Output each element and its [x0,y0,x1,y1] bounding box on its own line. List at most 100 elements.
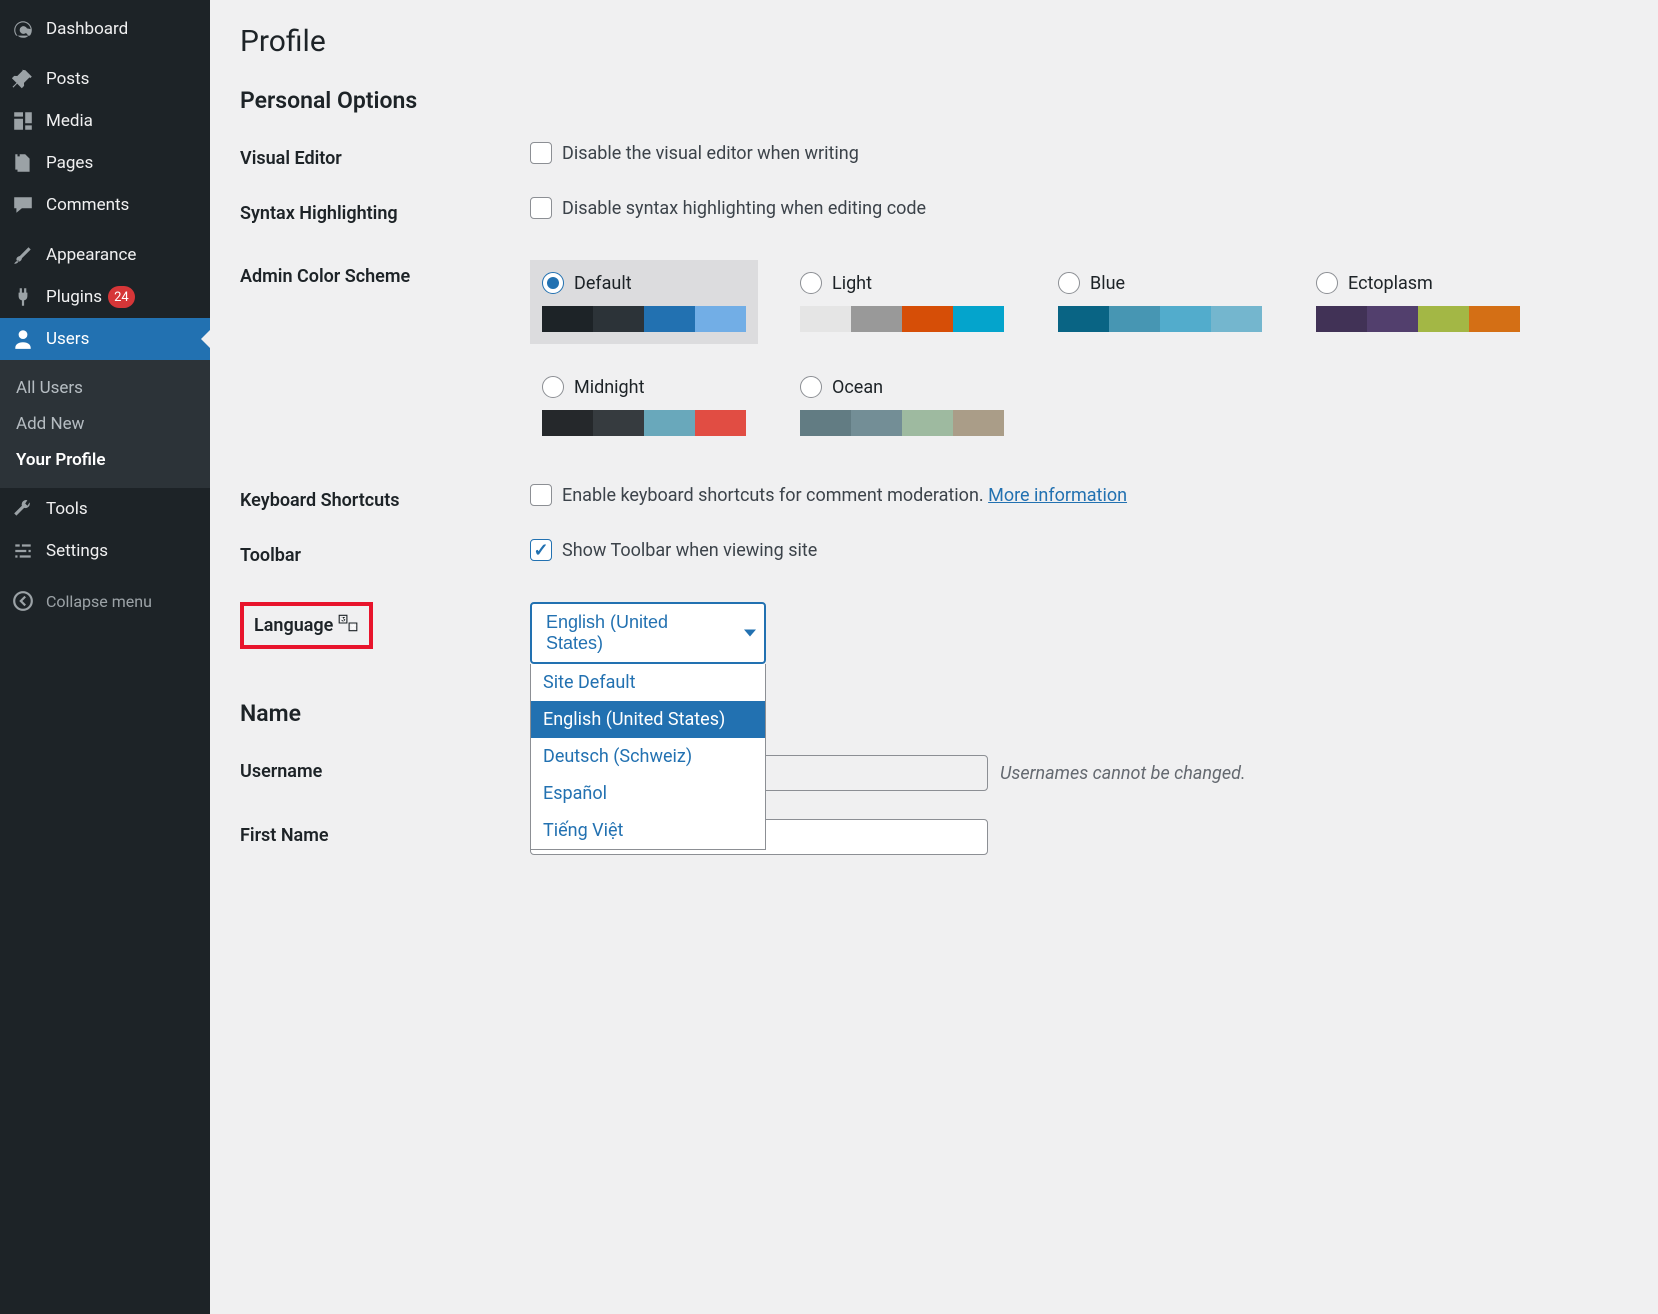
sidebar-item-pages[interactable]: Pages [0,142,210,184]
translate-icon: A文 [337,612,359,639]
color-scheme-light[interactable]: Light [788,260,1016,344]
visual-editor-checkbox[interactable] [530,142,552,164]
syntax-checkbox[interactable] [530,197,552,219]
swatch [1418,306,1469,332]
sidebar-item-appearance[interactable]: Appearance [0,234,210,276]
svg-text:文: 文 [351,623,357,631]
first-name-label: First Name [240,819,530,846]
syntax-label: Syntax Highlighting [240,197,530,224]
color-scheme-name: Ocean [832,377,883,398]
toolbar-label: Toolbar [240,539,530,566]
submenu-your-profile[interactable]: Your Profile [0,442,210,478]
name-heading: Name [240,700,1628,727]
swatch [542,306,593,332]
swatch [593,410,644,436]
color-scheme-radio[interactable] [542,272,564,294]
submenu-add-new[interactable]: Add New [0,406,210,442]
swatch [902,410,953,436]
visual-editor-checkbox-label: Disable the visual editor when writing [562,143,859,164]
chevron-down-icon [744,630,756,637]
color-scheme-radio[interactable] [1058,272,1080,294]
sidebar-item-label: Posts [46,69,89,89]
sidebar-item-dashboard[interactable]: Dashboard [0,8,210,50]
sidebar-item-settings[interactable]: Settings [0,530,210,572]
color-scheme-ectoplasm[interactable]: Ectoplasm [1304,260,1532,344]
visual-editor-label: Visual Editor [240,142,530,169]
color-swatches [800,306,1004,332]
color-scheme-midnight[interactable]: Midnight [530,364,758,448]
sidebar-collapse[interactable]: Collapse menu [0,580,210,622]
wrench-icon [12,498,34,520]
more-info-link[interactable]: More information [988,485,1127,506]
pages-icon [12,152,34,174]
swatch [902,306,953,332]
language-label-highlight: Language A文 [240,602,373,649]
color-scheme-name: Midnight [574,377,644,398]
pin-icon [12,68,34,90]
keyboard-checkbox[interactable] [530,484,552,506]
toolbar-checkbox[interactable] [530,539,552,561]
sidebar-item-label: Settings [46,541,108,561]
toolbar-checkbox-label: Show Toolbar when viewing site [562,540,817,561]
color-scheme-name: Default [574,273,632,294]
sidebar-item-posts[interactable]: Posts [0,58,210,100]
main-content: Profile Personal Options Visual Editor D… [210,0,1658,1314]
color-scheme-radio[interactable] [800,376,822,398]
color-scheme-blue[interactable]: Blue [1046,260,1274,344]
syntax-checkbox-label: Disable syntax highlighting when editing… [562,198,926,219]
collapse-label: Collapse menu [46,592,152,611]
swatch [953,410,1004,436]
color-swatches [800,410,1004,436]
swatch [851,410,902,436]
swatch [1160,306,1211,332]
swatch [851,306,902,332]
swatch [542,410,593,436]
language-option[interactable]: English (United States) [531,701,765,738]
color-scheme-radio[interactable] [542,376,564,398]
swatch [1109,306,1160,332]
language-select[interactable]: English (United States) [530,602,766,664]
swatch [800,306,851,332]
color-scheme-label: Admin Color Scheme [240,260,530,287]
language-option[interactable]: Español [531,775,765,812]
swatch [1058,306,1109,332]
color-scheme-name: Ectoplasm [1348,273,1433,294]
color-swatches [542,306,746,332]
color-scheme-ocean[interactable]: Ocean [788,364,1016,448]
comment-icon [12,194,34,216]
language-label: Language [254,615,333,636]
sidebar-item-comments[interactable]: Comments [0,184,210,226]
sliders-icon [12,540,34,562]
swatch [953,306,1004,332]
swatch [695,306,746,332]
swatch [800,410,851,436]
sidebar-item-users[interactable]: Users [0,318,210,360]
sidebar-item-label: Tools [46,499,88,519]
plug-icon [12,286,34,308]
sidebar-item-label: Users [46,329,89,349]
sidebar-item-media[interactable]: Media [0,100,210,142]
swatch [644,410,695,436]
personal-options-heading: Personal Options [240,87,1628,114]
sidebar-item-plugins[interactable]: Plugins 24 [0,276,210,318]
swatch [1367,306,1418,332]
color-scheme-name: Blue [1090,273,1125,294]
color-scheme-radio[interactable] [800,272,822,294]
swatch [644,306,695,332]
swatch [1316,306,1367,332]
swatch [593,306,644,332]
submenu-all-users[interactable]: All Users [0,370,210,406]
keyboard-label: Keyboard Shortcuts [240,484,530,511]
color-scheme-default[interactable]: Default [530,260,758,344]
username-label: Username [240,755,530,782]
color-scheme-radio[interactable] [1316,272,1338,294]
sidebar-item-tools[interactable]: Tools [0,488,210,530]
language-option[interactable]: Site Default [531,664,765,701]
brush-icon [12,244,34,266]
sidebar-item-label: Media [46,111,93,131]
sidebar-item-label: Pages [46,153,93,173]
language-option[interactable]: Tiếng Việt [531,812,765,849]
color-schemes: Default Light Blue Ectoplasm Midnight Ocean [530,260,1628,448]
dashboard-icon [12,18,34,40]
language-option[interactable]: Deutsch (Schweiz) [531,738,765,775]
